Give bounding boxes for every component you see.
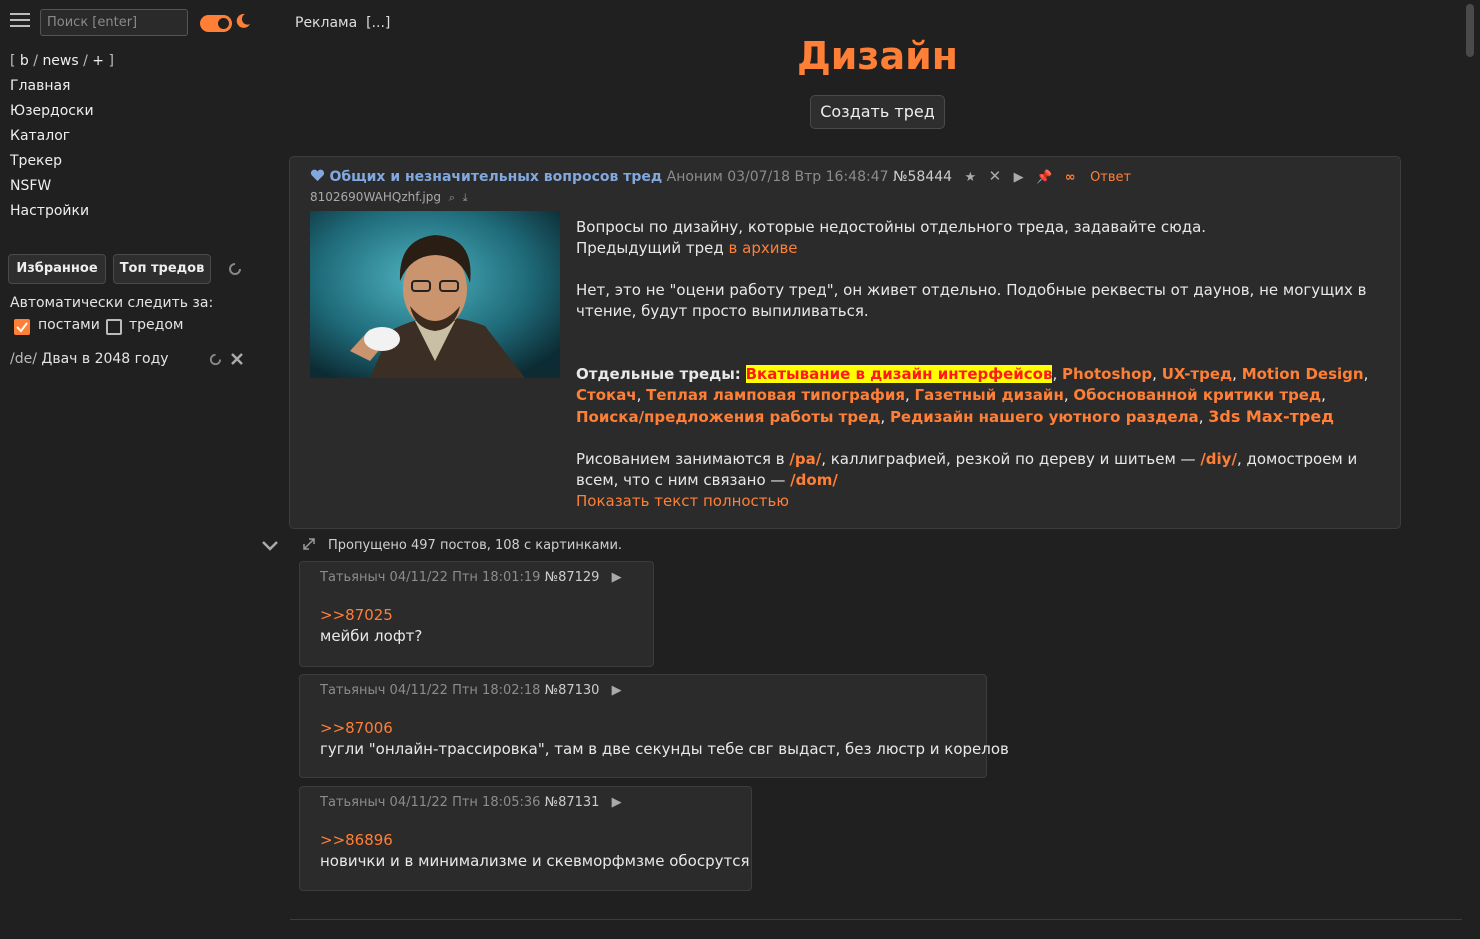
favorite-thread-item[interactable]: /de/ Двач в 2048 году bbox=[10, 351, 169, 367]
favorite-thread-title: Двач в 2048 году bbox=[41, 351, 169, 367]
theme-toggle[interactable] bbox=[200, 15, 232, 32]
post-body: гугли "онлайн-трассировка", там в две се… bbox=[320, 740, 1009, 758]
download-icon[interactable]: ⤓ bbox=[463, 191, 468, 204]
post-header: Татьяныч 04/11/22 Птн 18:02:18 №87130 ▶ bbox=[320, 683, 622, 698]
thread-link[interactable]: Photoshop bbox=[1062, 365, 1152, 383]
pin-icon[interactable]: 📌 bbox=[1036, 170, 1052, 185]
infinity-icon[interactable]: ∞ bbox=[1065, 170, 1076, 185]
post-author: Татьяныч bbox=[320, 795, 386, 810]
skipped-posts-label[interactable]: Пропущено 497 постов, 108 с картинками. bbox=[328, 538, 622, 553]
op-post-body: Вопросы по дизайну, которые недостойны о… bbox=[576, 218, 1369, 510]
search-icon[interactable]: ⌕ bbox=[449, 191, 455, 204]
op-attachment-filename[interactable]: 8102690WAHQzhf.jpg ⌕ ⤓ bbox=[310, 190, 468, 205]
favorites-button[interactable]: Избранное bbox=[8, 254, 106, 284]
thread-link[interactable]: Теплая ламповая типография bbox=[646, 386, 905, 404]
close-icon[interactable] bbox=[230, 352, 244, 366]
ad-more-link[interactable]: [...] bbox=[366, 15, 390, 31]
reply-link[interactable]: Ответ bbox=[1090, 170, 1131, 185]
scrollbar-thumb[interactable] bbox=[1466, 4, 1474, 57]
star-icon[interactable]: ★ bbox=[965, 170, 977, 185]
thread-link[interactable]: 3ds Max-тред bbox=[1208, 407, 1334, 426]
follow-thread-checkbox[interactable] bbox=[106, 319, 122, 335]
expand-icon[interactable] bbox=[302, 537, 316, 551]
search-input[interactable] bbox=[40, 9, 188, 36]
auto-follow-label: Автоматически следить за: bbox=[10, 295, 214, 311]
divider bbox=[290, 919, 1462, 920]
sidebar: [ b / news / + ] Главная Юзердоски Катал… bbox=[0, 0, 270, 939]
quote-link[interactable]: >>86896 bbox=[320, 831, 393, 849]
board-link-plus[interactable]: + bbox=[92, 53, 104, 69]
moon-icon[interactable] bbox=[234, 12, 252, 30]
op-date: 03/07/18 Втр 16:48:47 bbox=[727, 169, 889, 185]
play-icon[interactable]: ▶ bbox=[612, 795, 622, 810]
post-number[interactable]: №87131 bbox=[545, 795, 600, 810]
op-author: Аноним bbox=[666, 169, 723, 185]
board-link-dom[interactable]: /dom/ bbox=[790, 471, 838, 489]
board-links: [ b / news / + ] bbox=[10, 53, 114, 69]
thread-link[interactable]: Редизайн нашего уютного раздела bbox=[890, 408, 1199, 426]
favorite-thread-board: /de/ bbox=[10, 351, 37, 367]
nav-item-tracker[interactable]: Трекер bbox=[10, 152, 94, 177]
nav-item-userboards[interactable]: Юзердоски bbox=[10, 102, 94, 127]
post-date: 04/11/22 Птн 18:02:18 bbox=[389, 683, 541, 698]
quote-link[interactable]: >>87006 bbox=[320, 719, 393, 737]
thread-link[interactable]: Обоснованной критики тред bbox=[1073, 386, 1321, 404]
quote-link[interactable]: >>87025 bbox=[320, 606, 393, 624]
play-icon[interactable]: ▶ bbox=[1014, 170, 1024, 185]
heart-icon[interactable] bbox=[310, 169, 325, 182]
thread-link[interactable]: Motion Design bbox=[1242, 365, 1364, 383]
thread-link[interactable]: Поиска/предложения работы тред bbox=[576, 408, 880, 426]
board-title: Дизайн bbox=[796, 34, 959, 78]
thread-link[interactable]: UX-тред bbox=[1162, 365, 1232, 383]
nav-item-main[interactable]: Главная bbox=[10, 77, 94, 102]
nav-item-catalog[interactable]: Каталог bbox=[10, 127, 94, 152]
reply-post: Татьяныч 04/11/22 Птн 18:05:36 №87131 ▶ … bbox=[299, 786, 752, 891]
chevron-down-icon[interactable] bbox=[261, 540, 279, 552]
thread-link-highlight[interactable]: Вкатывание в дизайн интерфейсов bbox=[745, 365, 1053, 383]
post-author: Татьяныч bbox=[320, 683, 386, 698]
check-icon bbox=[16, 322, 28, 333]
follow-posts-checkbox[interactable] bbox=[14, 319, 30, 335]
hide-icon[interactable]: ✕ bbox=[989, 167, 1002, 185]
board-link-diy[interactable]: /diy/ bbox=[1200, 450, 1237, 468]
board-link-news[interactable]: news bbox=[42, 53, 78, 69]
op-subject: Общих и незначительных вопросов тред bbox=[329, 169, 663, 185]
create-thread-button[interactable]: Создать тред bbox=[810, 95, 945, 129]
op-post-number[interactable]: №58444 bbox=[893, 169, 952, 185]
ad-bar: Реклама [...] bbox=[295, 15, 390, 31]
follow-thread-label: тредом bbox=[129, 317, 184, 333]
post-author: Татьяныч bbox=[320, 570, 386, 585]
board-link-pa[interactable]: /pa/ bbox=[789, 450, 821, 468]
nav-item-settings[interactable]: Настройки bbox=[10, 202, 94, 227]
play-icon[interactable]: ▶ bbox=[612, 570, 622, 585]
refresh-favorite-icon[interactable] bbox=[208, 352, 223, 367]
refresh-icon[interactable] bbox=[227, 261, 243, 277]
ad-label: Реклама bbox=[295, 15, 358, 31]
post-number[interactable]: №87129 bbox=[545, 570, 600, 585]
show-full-text-link[interactable]: Показать текст полностью bbox=[576, 492, 789, 510]
op-image-thumbnail[interactable] bbox=[310, 211, 560, 378]
sidebar-nav: Главная Юзердоски Каталог Трекер NSFW На… bbox=[10, 77, 94, 227]
play-icon[interactable]: ▶ bbox=[612, 683, 622, 698]
post-number[interactable]: №87130 bbox=[545, 683, 600, 698]
top-threads-button[interactable]: Топ тредов bbox=[113, 254, 211, 284]
thread-link[interactable]: Газетный дизайн bbox=[915, 386, 1064, 404]
op-post: Общих и незначительных вопросов тред Ано… bbox=[289, 156, 1401, 529]
op-post-header: Общих и незначительных вопросов тред Ано… bbox=[310, 167, 1131, 185]
reply-post: Татьяныч 04/11/22 Птн 18:02:18 №87130 ▶ … bbox=[299, 674, 1009, 778]
post-date: 04/11/22 Птн 18:05:36 bbox=[389, 795, 541, 810]
post-date: 04/11/22 Птн 18:01:19 bbox=[389, 570, 541, 585]
post-body: новички и в минимализме и скевморфмзме о… bbox=[320, 852, 750, 870]
nav-item-nsfw[interactable]: NSFW bbox=[10, 177, 94, 202]
board-link-b[interactable]: b bbox=[20, 53, 29, 69]
thread-link[interactable]: Стокач bbox=[576, 386, 637, 404]
follow-posts-label: постами bbox=[38, 317, 100, 333]
post-header: Татьяныч 04/11/22 Птн 18:05:36 №87131 ▶ bbox=[320, 795, 622, 810]
hamburger-menu-icon[interactable] bbox=[10, 13, 30, 31]
post-body: мейби лофт? bbox=[320, 627, 423, 645]
reply-post: Татьяныч 04/11/22 Птн 18:01:19 №87129 ▶ … bbox=[299, 561, 654, 667]
archive-link[interactable]: в архиве bbox=[729, 239, 798, 257]
post-header: Татьяныч 04/11/22 Птн 18:01:19 №87129 ▶ bbox=[320, 570, 622, 585]
